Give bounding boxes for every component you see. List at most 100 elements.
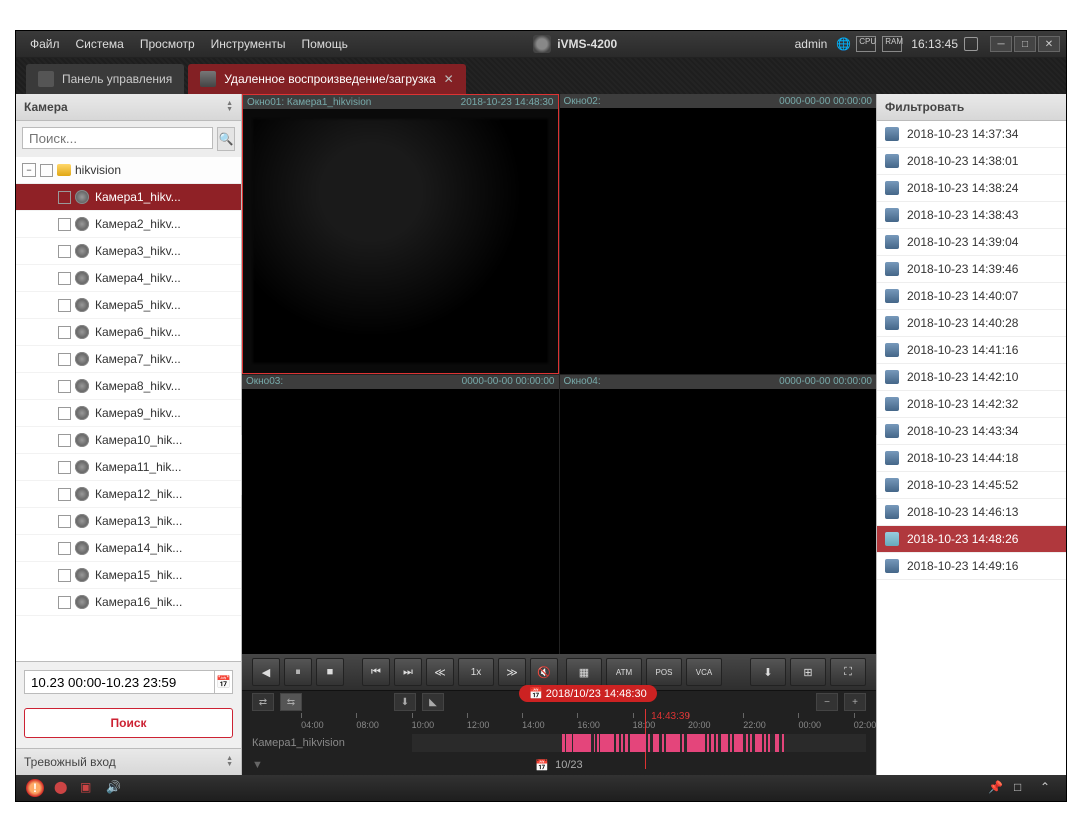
zoom-in-button[interactable]: + [844,693,866,711]
record-item[interactable]: 2018-10-23 14:38:01 [877,148,1066,175]
camera-checkbox[interactable] [58,407,71,420]
vca-button[interactable]: VCA [686,658,722,686]
timeline-segment[interactable] [687,734,705,752]
timeline-segment[interactable] [768,734,770,752]
menu-Просмотр[interactable]: Просмотр [132,37,203,51]
record-item[interactable]: 2018-10-23 14:38:24 [877,175,1066,202]
mute-button[interactable]: 🔇 [530,658,558,686]
tab-close-icon[interactable]: ✕ [444,72,454,86]
timeline-segment[interactable] [755,734,762,752]
camera-checkbox[interactable] [58,245,71,258]
timeline-segment[interactable] [625,734,627,752]
timeline-segment[interactable] [716,734,718,752]
timeline-segment[interactable] [707,734,709,752]
bookmark-button[interactable]: ◣ [422,693,444,711]
record-item[interactable]: 2018-10-23 14:40:28 [877,310,1066,337]
camera-checkbox[interactable] [58,596,71,609]
camera-item[interactable]: Камера11_hik... [16,454,241,481]
camera-item[interactable]: Камера2_hikv... [16,211,241,238]
date-range-input[interactable] [24,670,215,694]
maximize-button[interactable]: □ [1014,36,1036,52]
collapse-icon[interactable]: ▲▼ [226,756,233,768]
timeline-segment[interactable] [616,734,618,752]
timeline-segment[interactable] [721,734,728,752]
record-item[interactable]: 2018-10-23 14:49:16 [877,553,1066,580]
camera-checkbox[interactable] [58,191,71,204]
window-icon[interactable]: □ [1014,780,1030,796]
filter-icon[interactable]: ▼ [252,759,263,771]
camera-checkbox[interactable] [58,461,71,474]
fullscreen-button[interactable]: ⛶ [830,658,866,686]
timeline-segment[interactable] [782,734,784,752]
timeline-segment[interactable] [566,734,571,752]
calendar-icon[interactable]: 📅 [215,670,233,694]
timeline-segment[interactable] [734,734,743,752]
record-item[interactable]: 2018-10-23 14:39:46 [877,256,1066,283]
timeline-segment[interactable] [562,734,566,752]
tab-1[interactable]: Удаленное воспроизведение/загрузка✕ [188,64,465,94]
alert-icon[interactable]: ! [26,779,44,797]
camera-tree[interactable]: − hikvision Камера1_hikv...Камера2_hikv.… [16,157,241,661]
atm-button[interactable]: ATM [606,658,642,686]
camera-panel-header[interactable]: Камера ▲▼ [16,94,241,121]
menu-Инструменты[interactable]: Инструменты [203,37,294,51]
camera-item[interactable]: Камера10_hik... [16,427,241,454]
video-window-4[interactable]: Окно04:0000-00-00 00:00:00 [560,375,877,655]
camera-checkbox[interactable] [58,299,71,312]
camera-item[interactable]: Камера5_hikv... [16,292,241,319]
record-item[interactable]: 2018-10-23 14:46:13 [877,499,1066,526]
camera-item[interactable]: Камера15_hik... [16,562,241,589]
pin-icon[interactable]: 📌 [988,780,1004,796]
record-item[interactable]: 2018-10-23 14:42:10 [877,364,1066,391]
timeline-segment[interactable] [666,734,680,752]
tree-collapse-icon[interactable]: − [22,163,36,177]
camera-item[interactable]: Камера4_hikv... [16,265,241,292]
record-item[interactable]: 2018-10-23 14:39:04 [877,229,1066,256]
camera-item[interactable]: Камера14_hik... [16,535,241,562]
status-icon-2[interactable]: ▣ [80,780,96,796]
camera-checkbox[interactable] [58,515,71,528]
pause-button[interactable]: ⏸ [284,658,312,686]
camera-checkbox[interactable] [58,326,71,339]
tab-0[interactable]: Панель управления [26,64,184,94]
camera-item[interactable]: Камера7_hikv... [16,346,241,373]
menu-Помощь[interactable]: Помощь [293,37,355,51]
stop-button[interactable]: ■ [316,658,344,686]
alarm-input-header[interactable]: Тревожный вход ▲▼ [16,748,241,775]
layout-button[interactable]: ⊞ [790,658,826,686]
zoom-out-button[interactable]: − [816,693,838,711]
camera-checkbox[interactable] [58,380,71,393]
close-button[interactable]: ✕ [1038,36,1060,52]
timeline-segment[interactable] [711,734,715,752]
timeline-date-badge[interactable]: 📅 2018/10/23 14:48:30 [519,685,657,702]
timeline-segment[interactable] [775,734,779,752]
timeline-segment[interactable] [621,734,623,752]
record-item[interactable]: 2018-10-23 14:37:34 [877,121,1066,148]
menu-Система[interactable]: Система [68,37,132,51]
sync-off-button[interactable]: ⇄ [252,693,274,711]
record-item[interactable]: 2018-10-23 14:43:34 [877,418,1066,445]
camera-item[interactable]: Камера1_hikv... [16,184,241,211]
record-item[interactable]: 2018-10-23 14:38:43 [877,202,1066,229]
video-window-1[interactable]: Окно01: Камера1_hikvision2018-10-23 14:4… [242,94,559,374]
download-button[interactable]: ⬇ [750,658,786,686]
camera-checkbox[interactable] [58,272,71,285]
event-button[interactable]: ▦ [566,658,602,686]
timeline-segment[interactable] [750,734,752,752]
timeline-segment[interactable] [573,734,591,752]
search-button[interactable]: Поиск [24,708,233,738]
camera-item[interactable]: Камера8_hikv... [16,373,241,400]
timeline-segment[interactable] [746,734,748,752]
fast-button[interactable]: ≫ [498,658,526,686]
camera-checkbox[interactable] [58,218,71,231]
cpu-icon[interactable]: CPU [856,36,876,52]
camera-item[interactable]: Камера3_hikv... [16,238,241,265]
minimize-button[interactable]: ─ [990,36,1012,52]
camera-item[interactable]: Камера13_hik... [16,508,241,535]
timeline-segment[interactable] [600,734,614,752]
speed-indicator[interactable]: 1x [458,658,494,686]
camera-checkbox[interactable] [58,569,71,582]
timeline-track[interactable] [412,734,866,752]
timeline-segment[interactable] [597,734,599,752]
camera-checkbox[interactable] [58,353,71,366]
